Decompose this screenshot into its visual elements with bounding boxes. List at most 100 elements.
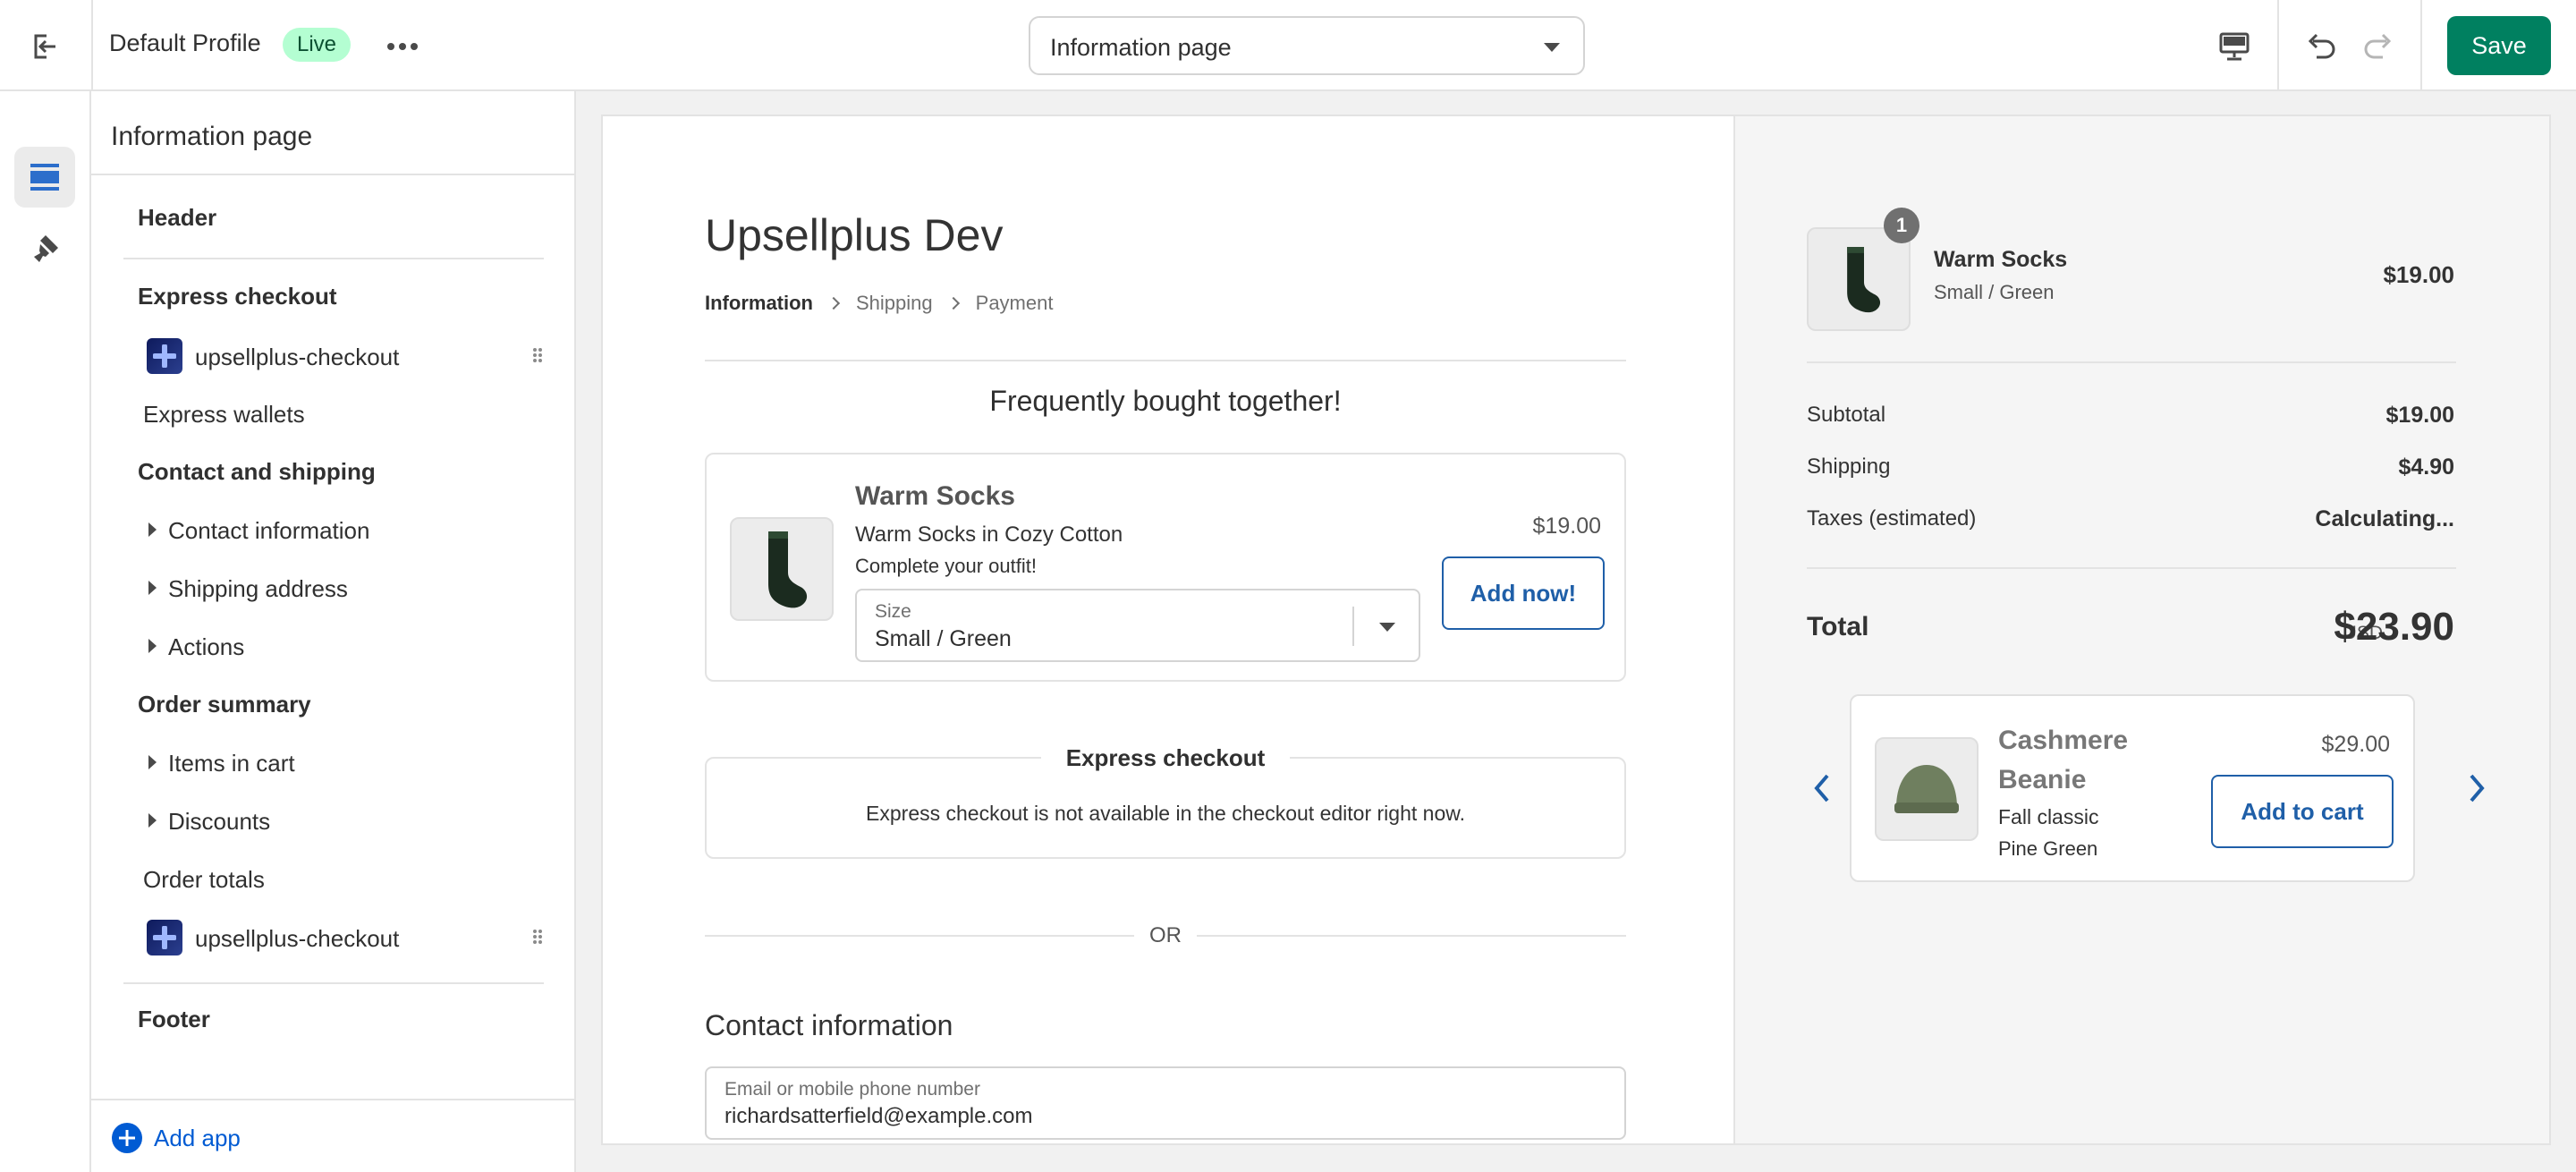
email-value: richardsatterfield@example.com <box>724 1104 1033 1129</box>
express-checkout-title-text: Express checkout <box>1041 744 1291 771</box>
breadcrumb: Information Shipping Payment <box>705 292 1053 315</box>
divider <box>705 360 1626 361</box>
shipping-value: $4.90 <box>2398 454 2454 480</box>
divider <box>91 174 576 175</box>
total-value: $23.90 <box>2334 605 2454 650</box>
caret-right-icon[interactable] <box>148 755 157 769</box>
sections-sidebar: Information page Header Express checkout… <box>91 91 576 1172</box>
caret-right-icon[interactable] <box>148 813 157 828</box>
upsell-product-image <box>1875 737 1979 841</box>
app-icon <box>147 338 182 374</box>
caret-right-icon[interactable] <box>148 581 157 595</box>
sidebar-item-app[interactable]: upsellplus-checkout <box>195 925 399 953</box>
upsell-detail-2: Pine Green <box>1998 837 2097 861</box>
cart-item-variant: Small / Green <box>1934 281 2055 304</box>
express-checkout-message: Express checkout is not available in the… <box>707 802 1624 826</box>
caret-right-icon[interactable] <box>148 522 157 537</box>
taxes-label: Taxes (estimated) <box>1807 506 1976 531</box>
size-label: Size <box>875 601 911 623</box>
divider <box>91 1099 576 1100</box>
chevron-down-icon <box>1379 623 1395 632</box>
chevron-right-icon <box>827 297 840 310</box>
fbt-title: Frequently bought together! <box>705 385 1626 418</box>
sidebar-item-order-totals[interactable]: Order totals <box>143 866 265 894</box>
cart-item-price: $19.00 <box>2383 261 2454 289</box>
more-actions-icon[interactable] <box>379 23 426 70</box>
undo-icon[interactable] <box>2295 21 2345 72</box>
chevron-right-icon[interactable] <box>2454 766 2499 811</box>
add-app-label: Add app <box>154 1125 241 1152</box>
breadcrumb-information[interactable]: Information <box>705 292 813 315</box>
or-divider: OR <box>705 918 1626 954</box>
sidebar-title: Information page <box>111 122 312 152</box>
sidebar-item-order-summary[interactable]: Order summary <box>138 691 311 718</box>
breadcrumb-shipping[interactable]: Shipping <box>856 292 933 315</box>
sidebar-item-express-checkout[interactable]: Express checkout <box>138 283 337 310</box>
divider <box>123 982 544 984</box>
fbt-product-name: Warm Socks <box>855 481 1015 512</box>
plus-circle-icon <box>111 1122 143 1154</box>
express-checkout-title: Express checkout <box>705 744 1626 772</box>
quantity-badge: 1 <box>1884 208 1919 243</box>
taxes-value: Calculating... <box>2315 506 2454 532</box>
size-select[interactable]: Size Small / Green <box>855 589 1420 662</box>
caret-right-icon[interactable] <box>148 639 157 653</box>
drag-handle-icon[interactable] <box>531 347 544 363</box>
upsell-price: $29.00 <box>2322 732 2390 758</box>
cart-item-name: Warm Socks <box>1934 247 2067 273</box>
chevron-left-icon[interactable] <box>1800 766 1844 811</box>
page-select-value: Information page <box>1050 34 1232 62</box>
email-field[interactable]: Email or mobile phone number richardsatt… <box>705 1066 1626 1140</box>
contact-information-title: Contact information <box>705 1009 953 1042</box>
chevron-down-icon <box>1544 43 1560 52</box>
divider <box>1352 607 1354 646</box>
profile-name: Default Profile <box>109 30 261 57</box>
divider <box>1807 361 2456 363</box>
order-summary-panel: 1 Warm Socks Small / Green $19.00 Subtot… <box>1733 116 2551 1145</box>
sidebar-item-express-wallets[interactable]: Express wallets <box>143 401 305 429</box>
sidebar-item-app[interactable]: upsellplus-checkout <box>195 344 399 371</box>
sidebar-item-contact-shipping[interactable]: Contact and shipping <box>138 458 376 486</box>
exit-icon[interactable] <box>21 23 68 70</box>
add-now-button[interactable]: Add now! <box>1442 556 1605 630</box>
upsell-card: Cashmere Beanie Fall classic Pine Green … <box>1850 694 2415 882</box>
page-select[interactable]: Information page <box>1029 16 1585 75</box>
fbt-product-description: Warm Socks in Cozy Cotton <box>855 522 1123 548</box>
sections-icon[interactable] <box>14 147 75 208</box>
drag-handle-icon[interactable] <box>531 929 544 945</box>
sidebar-item-contact-information[interactable]: Contact information <box>168 517 369 545</box>
total-label: Total <box>1807 612 1868 642</box>
product-image <box>730 517 834 621</box>
paintbrush-icon[interactable] <box>14 218 75 279</box>
size-value: Small / Green <box>875 626 1012 652</box>
sidebar-item-items-in-cart[interactable]: Items in cart <box>168 750 295 777</box>
app-icon <box>147 920 182 955</box>
or-text: OR <box>705 923 1626 948</box>
desktop-preview-icon[interactable] <box>2209 21 2259 72</box>
upsell-product-name: Cashmere Beanie <box>1998 721 2177 800</box>
chevron-right-icon <box>947 297 960 310</box>
add-app-button[interactable]: Add app <box>111 1122 241 1154</box>
redo-icon[interactable] <box>2354 21 2404 72</box>
divider <box>91 0 93 91</box>
save-button[interactable]: Save <box>2447 16 2551 75</box>
sidebar-item-discounts[interactable]: Discounts <box>168 808 270 836</box>
checkout-preview: Upsellplus Dev Information Shipping Paym… <box>601 115 2551 1145</box>
left-rail <box>0 91 91 1172</box>
sidebar-item-actions[interactable]: Actions <box>168 633 244 661</box>
subtotal-label: Subtotal <box>1807 403 1885 428</box>
fbt-product-subtitle: Complete your outfit! <box>855 555 1037 578</box>
express-checkout-box: Express checkout is not available in the… <box>705 757 1626 859</box>
divider <box>2420 0 2422 91</box>
sidebar-item-footer[interactable]: Footer <box>138 1006 210 1033</box>
store-title: Upsellplus Dev <box>705 209 1003 261</box>
add-to-cart-button[interactable]: Add to cart <box>2211 775 2394 848</box>
cart-item-image <box>1807 227 1911 331</box>
sidebar-item-header[interactable]: Header <box>138 204 216 232</box>
subtotal-value: $19.00 <box>2386 403 2454 429</box>
live-badge: Live <box>283 28 351 62</box>
top-bar: Default Profile Live Information page Sa… <box>0 0 2576 91</box>
shipping-label: Shipping <box>1807 454 1890 480</box>
sidebar-item-shipping-address[interactable]: Shipping address <box>168 575 348 603</box>
breadcrumb-payment[interactable]: Payment <box>976 292 1054 315</box>
